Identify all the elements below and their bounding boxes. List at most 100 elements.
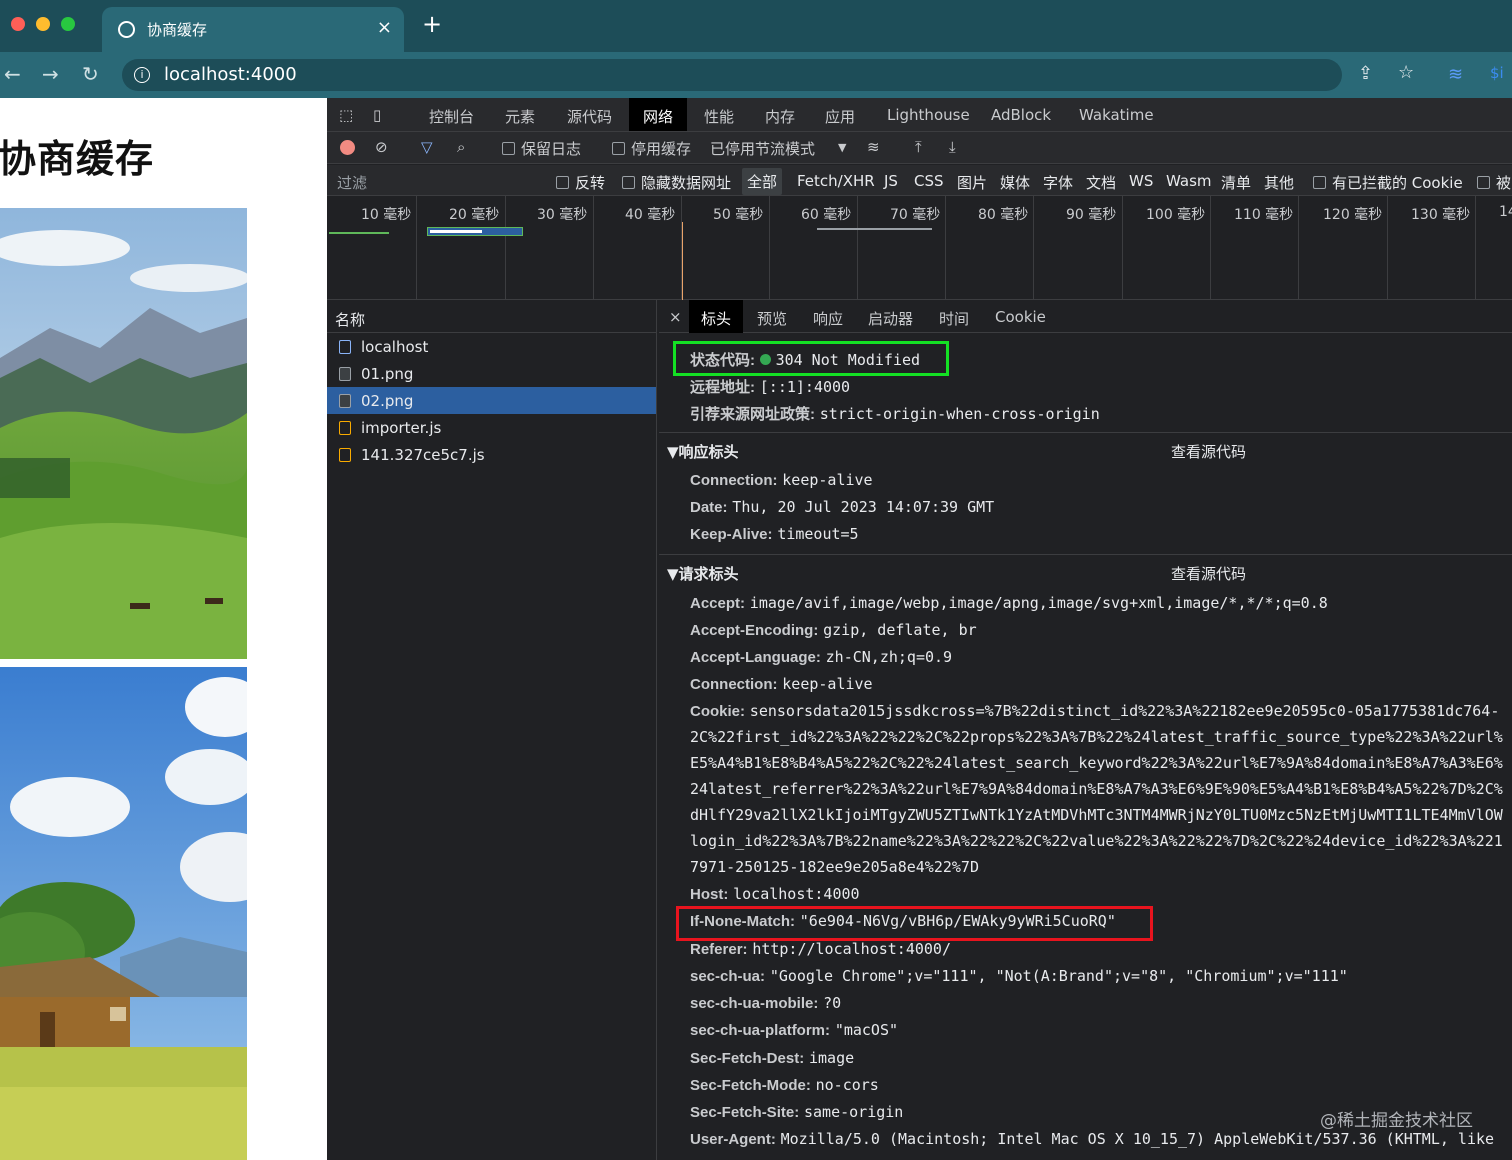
tick-label: 10 毫秒 — [361, 207, 412, 223]
search-icon[interactable]: ⌕ — [457, 138, 465, 156]
new-tab-button[interactable]: + — [422, 12, 442, 36]
import-har-icon[interactable]: ⤒ — [915, 138, 922, 156]
star-icon[interactable]: ☆ — [1398, 62, 1414, 83]
script-file-icon — [339, 421, 351, 435]
request-list: 名称 localhost 01.png 02.png importer.js 1… — [327, 300, 657, 1160]
share-icon[interactable]: ⇪ — [1358, 63, 1373, 84]
throttling-select[interactable]: 已停用节流模式 — [710, 138, 815, 159]
filter-wasm[interactable]: Wasm — [1166, 172, 1212, 190]
invert-checkbox[interactable]: 反转 — [556, 172, 605, 193]
export-har-icon[interactable]: ⤓ — [949, 138, 956, 156]
header-row: User-Agent: Mozilla/5.0 (Macintosh; Inte… — [690, 1130, 1495, 1148]
request-bar — [817, 228, 932, 230]
referrer-policy-row: 引荐来源网址政策: strict-origin-when-cross-origi… — [690, 405, 1100, 423]
header-row: Sec-Fetch-Mode: no-cors — [690, 1076, 879, 1094]
header-row: sec-ch-ua-mobile: ?0 — [690, 994, 842, 1012]
response-headers-toggle[interactable]: ▼响应标头 — [667, 441, 739, 462]
browser-tab-bar: 协商缓存 × + — [0, 0, 1512, 52]
filter-img[interactable]: 图片 — [957, 172, 987, 193]
chevron-down-icon[interactable]: ▼ — [838, 141, 846, 154]
globe-icon — [118, 21, 135, 38]
filter-icon[interactable]: ▽ — [421, 138, 433, 156]
preserve-log-checkbox[interactable]: 保留日志 — [502, 138, 581, 159]
forward-icon[interactable]: → — [42, 62, 59, 86]
filter-css[interactable]: CSS — [914, 172, 944, 190]
reload-icon[interactable]: ↻ — [82, 62, 99, 86]
minimize-window-button[interactable] — [36, 17, 50, 31]
document-icon — [339, 340, 351, 354]
back-icon[interactable]: ← — [4, 62, 21, 86]
blocked-cookies-checkbox[interactable]: 有已拦截的 Cookie — [1313, 172, 1463, 193]
filter-bar: 过滤 反转 隐藏数据网址 全部 Fetch/XHR JS CSS 图片 媒体 字… — [327, 165, 1512, 196]
blocked-requests-checkbox[interactable]: 被 — [1477, 172, 1511, 193]
farmhouse-image — [0, 667, 247, 1160]
request-row[interactable]: importer.js — [327, 414, 656, 441]
tick-label: 130 毫秒 — [1411, 207, 1471, 223]
device-toggle-icon[interactable]: ▯ — [373, 106, 381, 124]
tick-label: 20 毫秒 — [449, 207, 500, 223]
tab-headers[interactable]: 标头 — [689, 300, 744, 333]
tab-console[interactable]: 控制台 — [429, 106, 474, 127]
url-field[interactable]: i localhost:4000 ⇪ ☆ — [122, 59, 1414, 91]
maximize-window-button[interactable] — [61, 17, 75, 31]
header-row: Host: localhost:4000 — [690, 885, 860, 903]
load-marker — [682, 222, 683, 300]
view-source-link[interactable]: 查看源代码 — [1171, 441, 1246, 462]
filter-manifest[interactable]: 清单 — [1221, 172, 1251, 193]
image-file-icon — [339, 367, 351, 381]
filter-input[interactable]: 过滤 — [337, 172, 537, 193]
request-headers-toggle[interactable]: ▼请求标头 — [667, 563, 739, 584]
request-row[interactable]: localhost — [327, 333, 656, 360]
extension-icon[interactable]: ≋ — [1448, 64, 1463, 85]
filter-media[interactable]: 媒体 — [1000, 172, 1030, 193]
image-file-icon — [339, 394, 351, 408]
tab-wakatime[interactable]: Wakatime — [1079, 106, 1154, 124]
browser-tab[interactable]: 协商缓存 × — [102, 7, 404, 52]
request-bar-selected — [427, 227, 523, 236]
tab-sources[interactable]: 源代码 — [567, 106, 612, 127]
tab-initiator[interactable]: 启动器 — [868, 308, 913, 329]
tab-response[interactable]: 响应 — [813, 308, 843, 329]
tab-elements[interactable]: 元素 — [505, 106, 535, 127]
close-details-icon[interactable]: × — [669, 308, 682, 326]
inspect-icon[interactable]: ⬚ — [339, 106, 353, 124]
record-button[interactable] — [340, 140, 355, 155]
etag-highlight-box — [676, 906, 1153, 941]
tab-memory[interactable]: 内存 — [765, 106, 795, 127]
filter-fetch-xhr[interactable]: Fetch/XHR — [797, 172, 875, 190]
request-row[interactable]: 01.png — [327, 360, 656, 387]
tick-label: 60 毫秒 — [801, 207, 852, 223]
request-row[interactable]: 141.327ce5c7.js — [327, 441, 656, 468]
tab-adblock[interactable]: AdBlock — [991, 106, 1051, 124]
tab-network[interactable]: 网络 — [629, 98, 688, 131]
details-tab-bar: × 标头 预览 响应 启动器 时间 Cookie — [659, 300, 1512, 333]
filter-doc[interactable]: 文档 — [1086, 172, 1116, 193]
tab-preview[interactable]: 预览 — [757, 308, 787, 329]
tab-timing[interactable]: 时间 — [939, 308, 969, 329]
hide-data-urls-checkbox[interactable]: 隐藏数据网址 — [622, 172, 731, 193]
tab-close-icon[interactable]: × — [377, 17, 392, 38]
close-window-button[interactable] — [11, 17, 25, 31]
address-bar: ← → ↻ i localhost:4000 ⇪ ☆ ≋ $i — [0, 52, 1512, 98]
tick-label: 50 毫秒 — [713, 207, 764, 223]
name-column-header[interactable]: 名称 — [327, 300, 656, 333]
header-row: Connection: keep-alive — [690, 471, 873, 489]
disable-cache-checkbox[interactable]: 停用缓存 — [612, 138, 691, 159]
info-icon[interactable]: i — [134, 67, 150, 83]
tab-lighthouse[interactable]: Lighthouse — [887, 106, 970, 124]
extension-2-icon[interactable]: $i — [1490, 64, 1504, 82]
filter-js[interactable]: JS — [884, 172, 898, 190]
filter-other[interactable]: 其他 — [1264, 172, 1294, 193]
tab-application[interactable]: 应用 — [825, 106, 855, 127]
tab-performance[interactable]: 性能 — [704, 106, 734, 127]
network-overview-timeline[interactable]: 10 毫秒 20 毫秒 30 毫秒 40 毫秒 50 毫秒 60 毫秒 70 毫… — [327, 196, 1512, 300]
tab-cookies[interactable]: Cookie — [995, 308, 1046, 326]
view-source-link[interactable]: 查看源代码 — [1171, 563, 1246, 584]
filter-font[interactable]: 字体 — [1043, 172, 1073, 193]
filter-ws[interactable]: WS — [1129, 172, 1153, 190]
clear-icon[interactable]: ⊘ — [375, 138, 388, 156]
request-row-selected[interactable]: 02.png — [327, 387, 656, 414]
network-conditions-icon[interactable]: ≋ — [867, 138, 880, 156]
cookie-row: Cookie: sensorsdata2015jssdkcross=%7B%22… — [690, 702, 1500, 720]
filter-all[interactable]: 全部 — [742, 168, 783, 195]
